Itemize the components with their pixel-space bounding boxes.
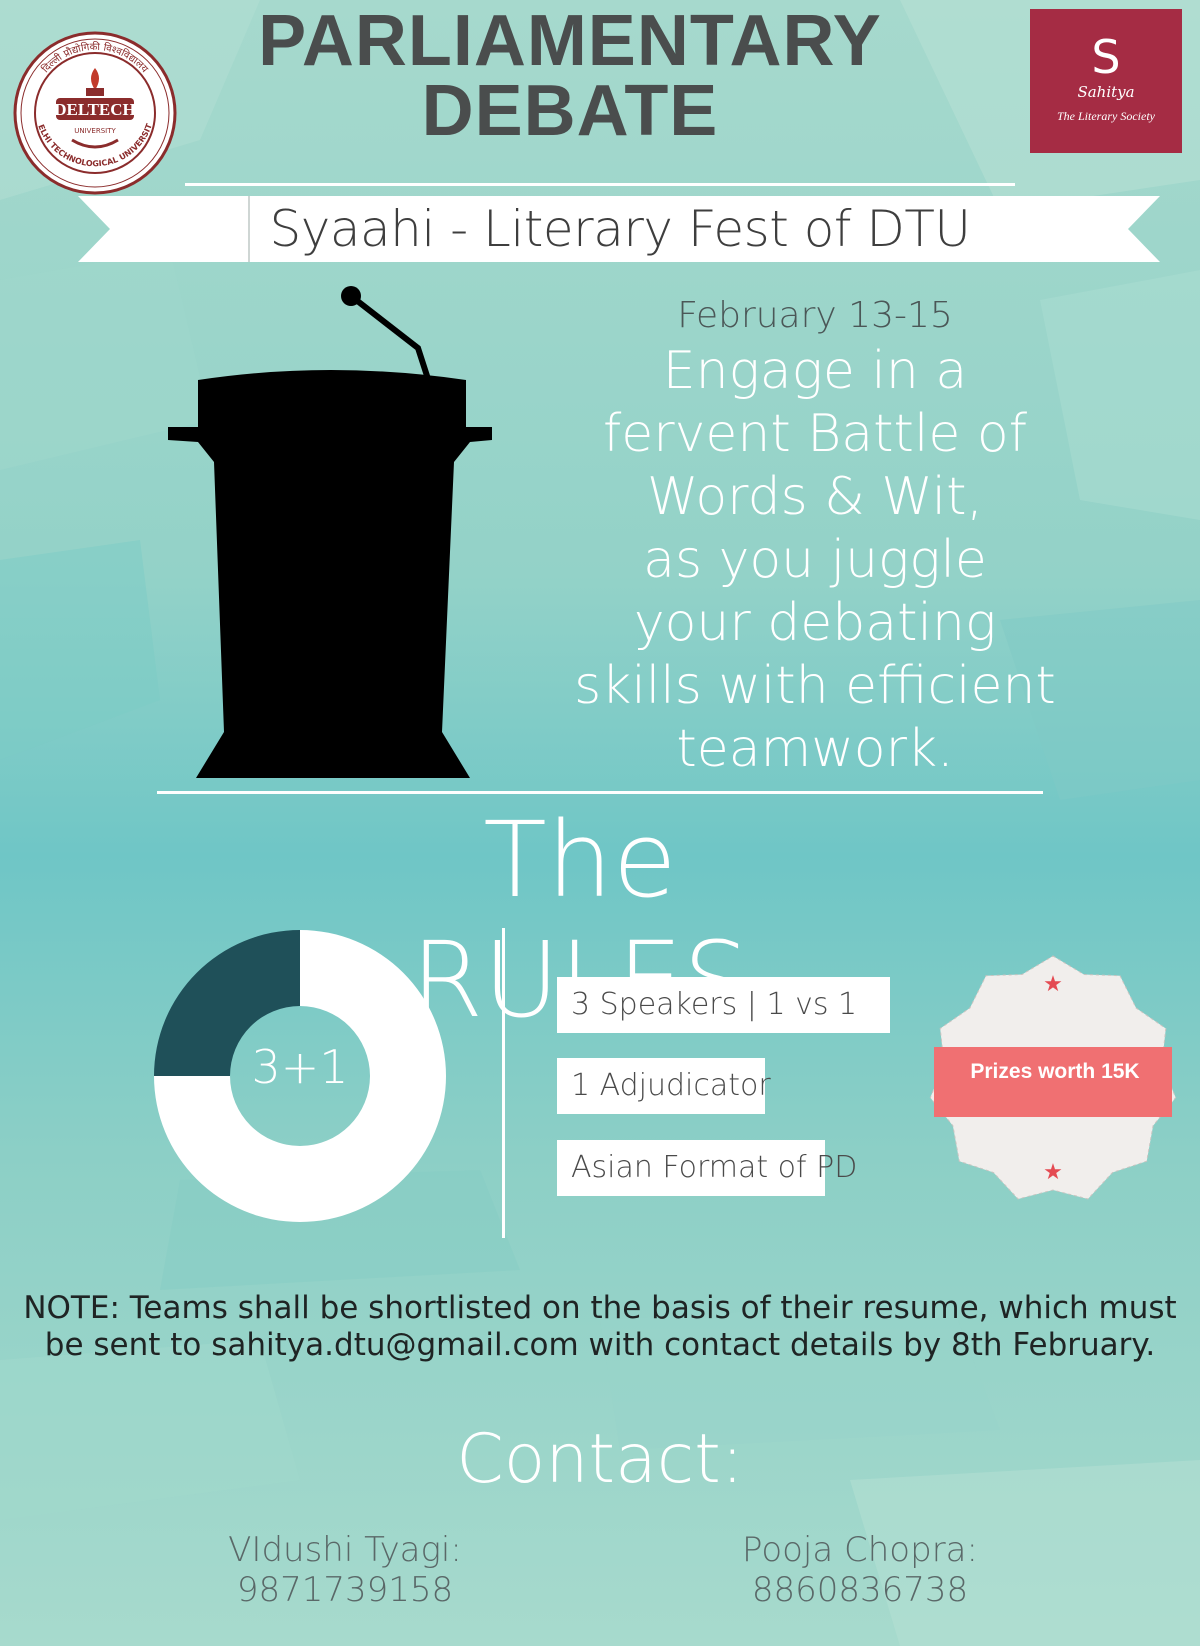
- note-line: be sent to sahitya.dtu@gmail.com with co…: [44, 1327, 1156, 1363]
- top-divider: [185, 183, 1015, 186]
- page-title: PARLIAMENTARY DEBATE: [240, 1, 900, 151]
- star-icon: ★: [1043, 1160, 1063, 1185]
- mid-divider: [157, 791, 1043, 794]
- dtu-brand-text: DELTECH: [54, 100, 136, 119]
- rule-item-speakers: 3 Speakers | 1 vs 1: [557, 977, 890, 1033]
- sahitya-subtitle: The Literary Society: [1057, 109, 1155, 123]
- ribbon-text: Syaahi - Literary Fest of DTU: [269, 200, 971, 258]
- contact-person: VIdushi Tyagi: 9871739158: [228, 1530, 462, 1610]
- sahitya-name: Sahitya: [1077, 83, 1135, 101]
- title-line-1: PARLIAMENTARY: [258, 1, 882, 81]
- dtu-logo: DELTECH UNIVERSITY दिल्ली प्रौद्योगिकी व…: [12, 30, 177, 195]
- tagline-line: teamwork.: [676, 719, 954, 779]
- note-line: NOTE: Teams shall be shortlisted on the …: [23, 1290, 1177, 1326]
- tagline-line: Words & Wit,: [647, 467, 983, 527]
- rules-vertical-divider: [502, 928, 505, 1238]
- tagline-line: as you juggle: [643, 530, 987, 590]
- contact-person: Pooja Chopra: 8860836738: [742, 1530, 978, 1610]
- title-line-2: DEBATE: [421, 71, 719, 151]
- tagline-line: skills with efficient: [574, 656, 1056, 716]
- dtu-sub-text: UNIVERSITY: [74, 127, 116, 135]
- donut-label: 3+1: [251, 1040, 349, 1094]
- tagline-line: your debating: [633, 593, 997, 653]
- rule-item-adjudicator: 1 Adjudicator: [557, 1058, 771, 1114]
- event-date: February 13-15: [677, 295, 953, 336]
- sahitya-symbol-icon: S: [1091, 30, 1121, 84]
- debate-poster: DELTECH UNIVERSITY दिल्ली प्रौद्योगिकी व…: [0, 0, 1200, 1646]
- rule-item-format: Asian Format of PD: [557, 1140, 857, 1196]
- podium-icon: [168, 286, 492, 778]
- note-text: NOTE: Teams shall be shortlisted on the …: [14, 1290, 1186, 1364]
- tagline-line: Engage in a: [662, 341, 968, 401]
- event-tagline: Engage in a fervent Battle of Words & Wi…: [570, 340, 1060, 781]
- prize-text: Prizes worth 15K: [970, 1060, 1140, 1083]
- contact-title: Contact:: [456, 1420, 744, 1499]
- tagline-line: fervent Battle of: [602, 404, 1028, 464]
- sahitya-logo: S Sahitya The Literary Society: [1030, 9, 1182, 153]
- star-icon: ★: [1043, 972, 1063, 997]
